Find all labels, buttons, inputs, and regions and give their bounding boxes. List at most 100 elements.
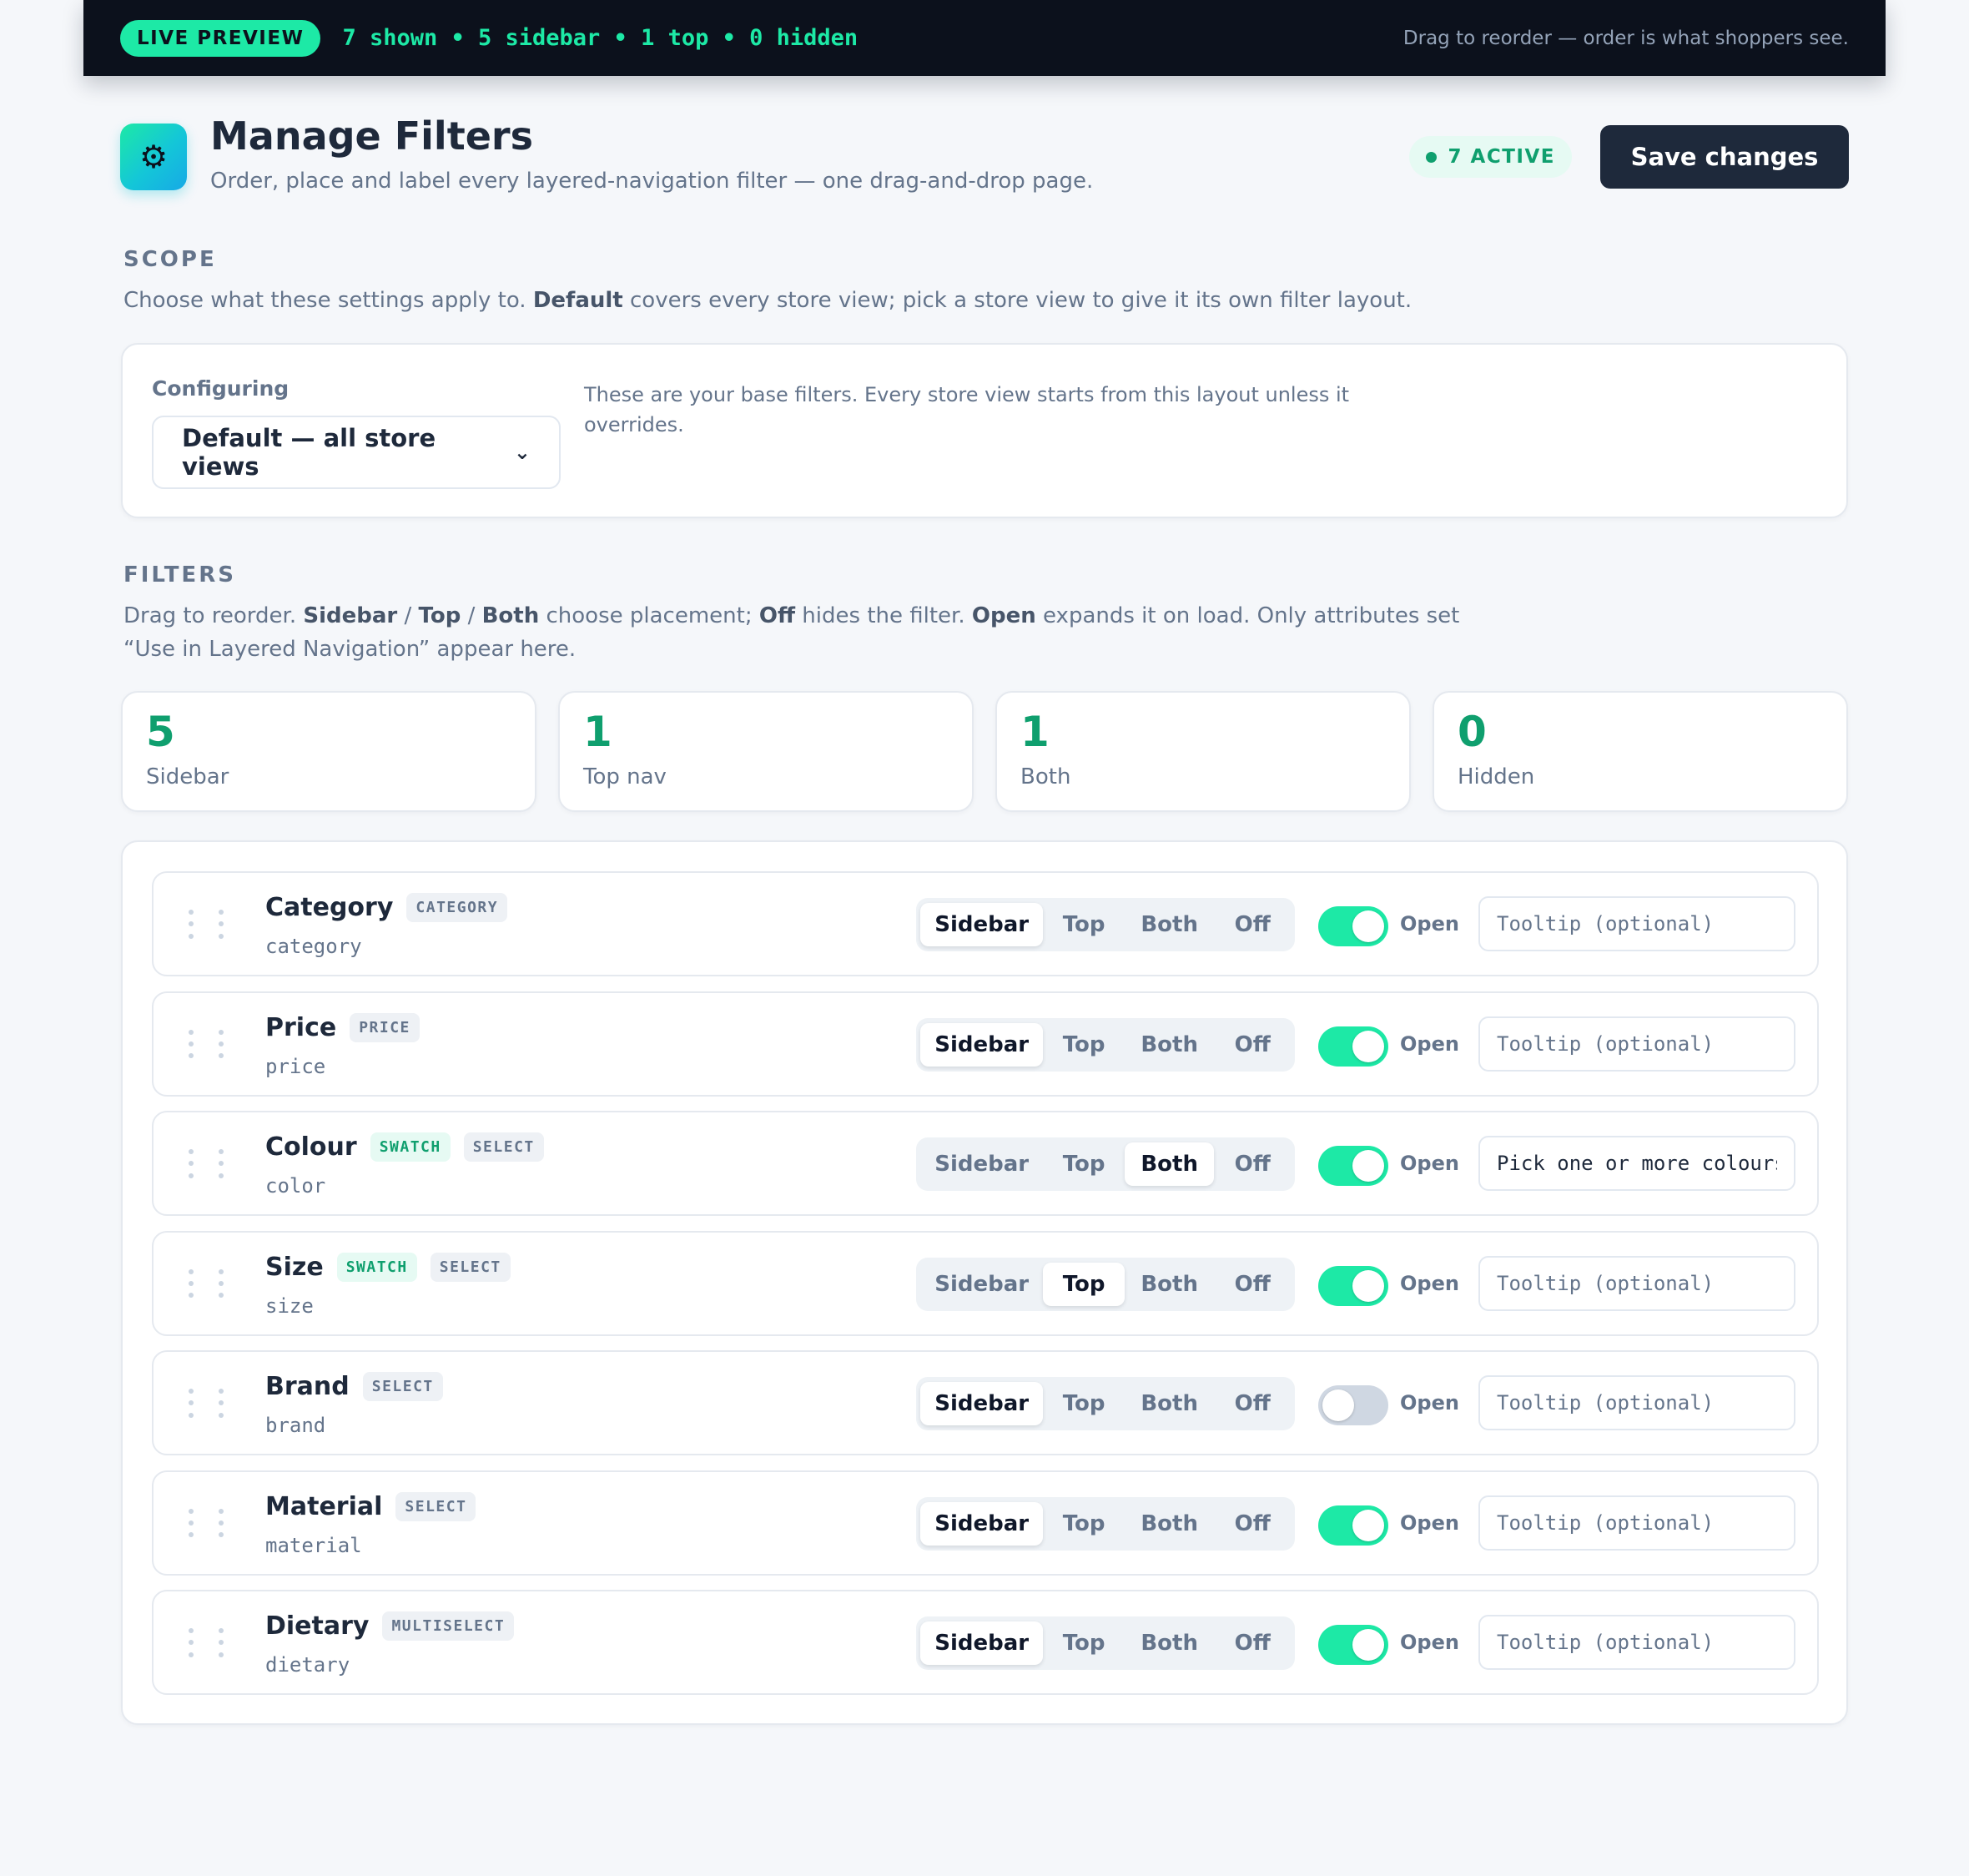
placement-option-top[interactable]: Top (1043, 1382, 1125, 1425)
grip-dot (219, 1389, 224, 1394)
placement-option-top[interactable]: Top (1043, 1621, 1125, 1665)
filter-attribute-code: size (265, 1294, 314, 1318)
grip-dot (189, 1628, 194, 1633)
filters-desc-text: choose placement; (539, 603, 759, 628)
open-toggle[interactable] (1318, 1625, 1388, 1665)
grip-dot (219, 1640, 224, 1646)
grip-dot (219, 1412, 224, 1418)
placement-option-off[interactable]: Off (1214, 903, 1291, 946)
open-toggle[interactable] (1318, 1026, 1388, 1067)
placement-option-top[interactable]: Top (1043, 1023, 1125, 1067)
drag-handle-icon[interactable] (189, 1268, 224, 1299)
filter-row[interactable]: Category CATEGORY category Sidebar Top Both Of… (152, 871, 1819, 976)
placement-option-sidebar[interactable]: Sidebar (920, 1501, 1044, 1546)
toggle-knob (1352, 1509, 1384, 1541)
placement-option-both[interactable]: Both (1124, 1142, 1215, 1186)
drag-handle-icon[interactable] (189, 1389, 224, 1419)
grip-dot (219, 910, 224, 915)
tooltip-input[interactable] (1478, 1016, 1795, 1072)
tooltip-input[interactable] (1478, 896, 1795, 951)
placement-option-sidebar[interactable]: Sidebar (920, 1621, 1044, 1665)
filter-name-block: Size SWATCH SELECT (265, 1252, 511, 1282)
placement-option-both[interactable]: Both (1125, 903, 1215, 946)
placement-option-both[interactable]: Both (1125, 1023, 1215, 1067)
placement-option-both[interactable]: Both (1125, 1621, 1215, 1665)
tooltip-input[interactable] (1478, 1255, 1795, 1311)
placement-option-sidebar[interactable]: Sidebar (920, 1142, 1043, 1186)
filter-name: Size (265, 1252, 324, 1282)
status-dot-icon (1425, 151, 1437, 163)
placement-option-top[interactable]: Top (1043, 903, 1125, 946)
open-toggle[interactable] (1318, 1505, 1388, 1546)
placement-option-off[interactable]: Off (1214, 1142, 1291, 1186)
placement-option-off[interactable]: Off (1214, 1621, 1291, 1665)
open-label: Open (1400, 1631, 1459, 1654)
filter-list: Category CATEGORY category Sidebar Top Both Of… (121, 840, 1848, 1725)
toggle-knob (1322, 1389, 1354, 1421)
placement-option-off[interactable]: Off (1214, 1502, 1291, 1546)
filters-desc-top: Top (418, 603, 461, 628)
filter-name: Material (265, 1491, 383, 1521)
open-label: Open (1400, 1391, 1459, 1415)
toggle-knob (1352, 1269, 1384, 1302)
filter-row[interactable]: Brand SELECT brand Sidebar Top Both Off Open (152, 1350, 1819, 1455)
placement-option-sidebar[interactable]: Sidebar (920, 1263, 1043, 1306)
tooltip-input[interactable] (1478, 1375, 1795, 1430)
filter-type-chip: SWATCH (370, 1132, 451, 1162)
grip-dot (189, 921, 194, 927)
filter-row[interactable]: Price PRICE price Sidebar Top Both Off Open (152, 991, 1819, 1097)
placement-option-sidebar[interactable]: Sidebar (920, 1382, 1044, 1425)
open-toggle[interactable] (1318, 1146, 1388, 1186)
placement-option-sidebar[interactable]: Sidebar (920, 903, 1044, 946)
filter-name: Colour (265, 1132, 357, 1162)
placement-option-top[interactable]: Top (1043, 1502, 1125, 1546)
stat-value: 1 (583, 708, 612, 756)
live-preview-stats: 7 shown • 5 sidebar • 1 top • 0 hidden (342, 25, 859, 51)
filter-row[interactable]: Size SWATCH SELECT size Sidebar Top Both Off Ope… (152, 1230, 1819, 1336)
filters-desc-text: hides the filter. (795, 603, 972, 628)
placement-option-off[interactable]: Off (1214, 1382, 1291, 1425)
filters-desc-off: Off (758, 603, 796, 628)
filter-row[interactable]: Colour SWATCH SELECT color Sidebar Top Both Off… (152, 1111, 1819, 1216)
placement-option-both[interactable]: Both (1125, 1382, 1215, 1425)
store-view-select[interactable]: Default — all store views ⌄ (152, 416, 561, 489)
open-toggle[interactable] (1318, 1385, 1388, 1425)
grip-dot (189, 1520, 194, 1526)
grip-dot (189, 1389, 194, 1394)
filter-row[interactable]: Material SELECT material Sidebar Top Both Off O… (152, 1470, 1819, 1576)
save-button[interactable]: Save changes (1600, 125, 1849, 189)
placement-segmented-control: Sidebar Top Both Off (916, 1017, 1295, 1072)
topbar-hint: Drag to reorder — order is what shoppers… (1402, 27, 1849, 49)
filters-desc-both: Both (481, 603, 540, 628)
page-header: ⚙ Manage Filters Order, place and label … (120, 115, 1849, 207)
placement-option-off[interactable]: Off (1214, 1263, 1291, 1306)
open-toggle[interactable] (1318, 906, 1388, 946)
drag-handle-icon[interactable] (189, 910, 224, 940)
grip-dot (189, 1053, 194, 1059)
stat-card-both: 1 Both (995, 691, 1411, 812)
grip-dot (219, 1268, 224, 1274)
open-toggle[interactable] (1318, 1265, 1388, 1306)
drag-handle-icon[interactable] (189, 1508, 224, 1539)
grip-dot (219, 1149, 224, 1154)
stat-label: Sidebar (146, 764, 229, 789)
drag-handle-icon[interactable] (189, 1149, 224, 1179)
filter-type-chip: SELECT (395, 1491, 476, 1521)
filter-row[interactable]: Dietary MULTISELECT dietary Sidebar Top Both O… (152, 1590, 1819, 1695)
drag-handle-icon[interactable] (189, 1029, 224, 1060)
tooltip-input[interactable] (1478, 1615, 1795, 1670)
filter-type-chip: MULTISELECT (382, 1611, 515, 1641)
tooltip-input[interactable] (1478, 1136, 1795, 1191)
placement-option-both[interactable]: Both (1125, 1263, 1215, 1306)
placement-option-off[interactable]: Off (1214, 1023, 1291, 1067)
placement-option-sidebar[interactable]: Sidebar (920, 1022, 1044, 1067)
grip-dot (219, 1400, 224, 1406)
grip-dot (189, 1532, 194, 1538)
placement-option-top[interactable]: Top (1043, 1262, 1125, 1306)
tooltip-input[interactable] (1478, 1495, 1795, 1551)
placement-option-both[interactable]: Both (1125, 1502, 1215, 1546)
placement-option-top[interactable]: Top (1043, 1142, 1125, 1186)
grip-dot (219, 1628, 224, 1633)
drag-handle-icon[interactable] (189, 1628, 224, 1658)
grip-dot (219, 1029, 224, 1035)
